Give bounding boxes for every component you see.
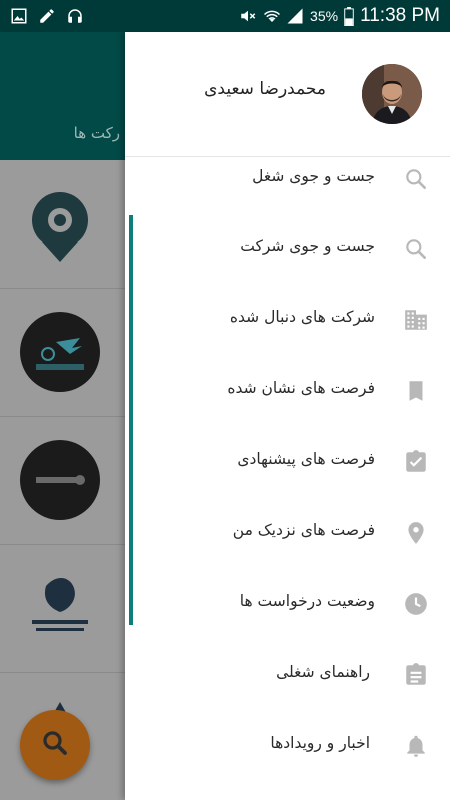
signal-icon xyxy=(286,7,304,25)
menu-item-label: جست و جوی شرکت xyxy=(240,237,375,255)
menu-item-bookmarked-opportunities[interactable]: فرصت های نشان شده xyxy=(125,362,450,422)
bookmark-icon xyxy=(403,378,429,404)
menu-item-suggested-opportunities[interactable]: فرصت های پیشنهادی xyxy=(125,433,450,493)
bell-icon xyxy=(403,733,429,759)
menu-item-news-events[interactable]: اخبار و رویدادها xyxy=(125,717,450,777)
menu-item-label: فرصت های پیشنهادی xyxy=(237,450,375,468)
search-icon xyxy=(403,236,429,262)
navigation-drawer: محمدرضا سعیدی جست و جوی شغل جست و جوی شر… xyxy=(125,32,450,800)
menu-item-company-search[interactable]: جست و جوی شرکت xyxy=(125,220,450,280)
company-logo xyxy=(20,566,100,646)
user-name: محمدرضا سعیدی xyxy=(204,79,326,99)
battery-percent: 35% xyxy=(310,8,339,24)
pencil-icon xyxy=(38,7,56,25)
status-bar: 35% 11:38 PM xyxy=(0,0,450,32)
search-icon xyxy=(403,166,429,192)
menu-item-label: شرکت های دنبال شده xyxy=(229,308,375,326)
menu-item-label: وضعیت درخواست ها xyxy=(239,592,375,610)
menu-item-nearby-opportunities[interactable]: فرصت های نزدیک من xyxy=(125,504,450,564)
menu-item-label: جست و جوی شغل xyxy=(252,167,375,185)
menu-item-label: اخبار و رویدادها xyxy=(270,734,370,752)
menu-item-application-status[interactable]: وضعیت درخواست ها xyxy=(125,575,450,635)
clock-icon xyxy=(403,591,429,617)
mute-icon xyxy=(238,7,256,25)
list-item[interactable] xyxy=(0,416,130,545)
header-title: رکت ها xyxy=(73,124,120,142)
list-item[interactable] xyxy=(0,544,130,673)
company-logo xyxy=(20,184,100,264)
menu-item-label: راهنمای شغلی xyxy=(276,663,370,681)
clipboard-icon xyxy=(403,662,429,688)
location-pin-icon xyxy=(403,520,429,546)
drawer-header[interactable]: محمدرضا سعیدی xyxy=(125,32,450,157)
search-icon xyxy=(40,728,70,762)
menu-item-followed-companies[interactable]: شرکت های دنبال شده xyxy=(125,291,450,351)
menu-item-label: فرصت های نزدیک من xyxy=(232,521,375,539)
headset-icon xyxy=(66,7,84,25)
wifi-icon xyxy=(262,7,281,25)
battery-icon xyxy=(344,7,354,26)
list-item[interactable] xyxy=(0,288,130,417)
image-icon xyxy=(10,7,28,25)
menu-item-job-search[interactable]: جست و جوی شغل xyxy=(125,150,450,210)
list-item[interactable] xyxy=(0,160,130,289)
assignment-turned-in-icon xyxy=(403,449,429,475)
company-logo xyxy=(20,440,100,520)
search-fab-button[interactable] xyxy=(20,710,90,780)
menu-item-career-guide[interactable]: راهنمای شغلی xyxy=(125,646,450,706)
avatar[interactable] xyxy=(362,64,422,124)
company-logo xyxy=(20,312,100,392)
menu-item-label: فرصت های نشان شده xyxy=(227,379,375,397)
building-icon xyxy=(403,307,429,333)
clock-time: 11:38 PM xyxy=(360,5,440,26)
